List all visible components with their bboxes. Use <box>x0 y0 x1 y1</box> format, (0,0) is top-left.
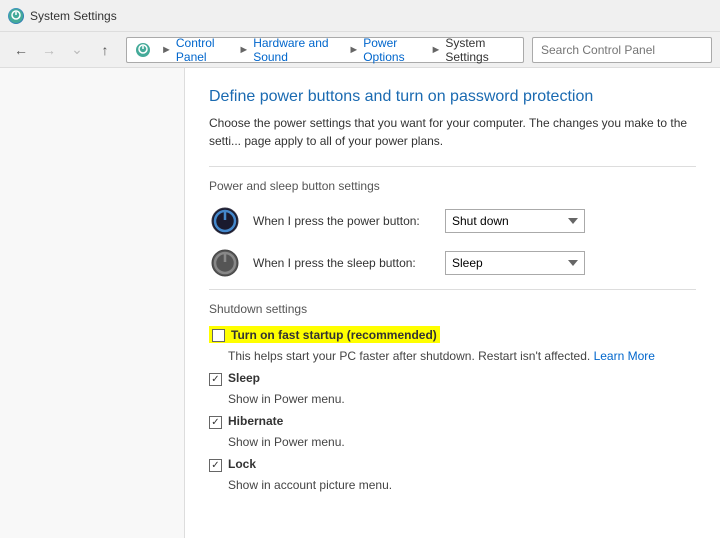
breadcrumb-sep-2: ► <box>238 44 249 56</box>
sidebar <box>0 68 185 538</box>
main-container: Define power buttons and turn on passwor… <box>0 68 720 538</box>
nav-bar: ← → ⌄ ↑ ► Control Panel ► Hardware and S… <box>0 32 720 68</box>
shutdown-header: Shutdown settings <box>209 302 696 316</box>
back-button[interactable]: ← <box>8 37 34 63</box>
breadcrumb-sep-3: ► <box>348 44 359 56</box>
sleep-checkbox[interactable] <box>209 373 222 386</box>
breadcrumb-control-panel[interactable]: Control Panel <box>176 36 234 64</box>
hibernate-checkbox[interactable] <box>209 416 222 429</box>
hibernate-label: Hibernate <box>228 414 283 428</box>
app-icon <box>8 8 24 24</box>
fast-startup-row: Turn on fast startup (recommended) <box>209 326 696 343</box>
breadcrumb-hardware-sound[interactable]: Hardware and Sound <box>253 36 344 64</box>
breadcrumb-sep-4: ► <box>430 44 441 56</box>
breadcrumb-sep-1: ► <box>161 44 172 56</box>
sleep-desc: Show in Power menu. <box>228 392 696 406</box>
divider-2 <box>209 289 696 290</box>
fast-startup-label: Turn on fast startup (recommended) <box>231 328 437 342</box>
shutdown-section: Shutdown settings Turn on fast startup (… <box>209 302 696 492</box>
content-area: Define power buttons and turn on passwor… <box>185 68 720 538</box>
breadcrumb-power-options[interactable]: Power Options <box>363 36 426 64</box>
sleep-button-dropdown[interactable]: Do nothing Sleep Hibernate Shut down <box>445 251 585 275</box>
breadcrumb: ► Control Panel ► Hardware and Sound ► P… <box>126 37 524 63</box>
lock-checkbox[interactable] <box>209 459 222 472</box>
lock-desc: Show in account picture menu. <box>228 478 696 492</box>
breadcrumb-current: System Settings <box>445 36 515 64</box>
sleep-checkbox-row: Sleep <box>209 371 696 386</box>
sleep-icon-svg <box>210 248 240 278</box>
up-button[interactable]: ↑ <box>92 37 118 63</box>
breadcrumb-icon <box>135 42 151 58</box>
page-title: Define power buttons and turn on passwor… <box>209 88 696 106</box>
power-button-row: When I press the power button: Do nothin… <box>209 205 696 237</box>
power-sleep-header: Power and sleep button settings <box>209 179 696 193</box>
lock-label: Lock <box>228 457 256 471</box>
sleep-button-icon <box>209 247 241 279</box>
sleep-button-label: When I press the sleep button: <box>253 256 433 270</box>
page-description: Choose the power settings that you want … <box>209 114 696 150</box>
forward-button[interactable]: → <box>36 37 62 63</box>
power-button-label: When I press the power button: <box>253 214 433 228</box>
learn-more-link[interactable]: Learn More <box>594 349 655 363</box>
fast-startup-desc: This helps start your PC faster after sh… <box>228 349 696 363</box>
power-icon-svg <box>210 206 240 236</box>
hibernate-desc: Show in Power menu. <box>228 435 696 449</box>
lock-checkbox-row: Lock <box>209 457 696 472</box>
sleep-label: Sleep <box>228 371 260 385</box>
title-bar-text: System Settings <box>30 9 117 23</box>
power-button-icon <box>209 205 241 237</box>
search-input[interactable] <box>532 37 712 63</box>
hibernate-checkbox-row: Hibernate <box>209 414 696 429</box>
power-button-dropdown[interactable]: Do nothing Sleep Hibernate Shut down Tur… <box>445 209 585 233</box>
divider-1 <box>209 166 696 167</box>
down-button[interactable]: ⌄ <box>64 37 90 63</box>
fast-startup-checkbox[interactable] <box>212 329 225 342</box>
title-bar: System Settings <box>0 0 720 32</box>
sleep-button-row: When I press the sleep button: Do nothin… <box>209 247 696 279</box>
